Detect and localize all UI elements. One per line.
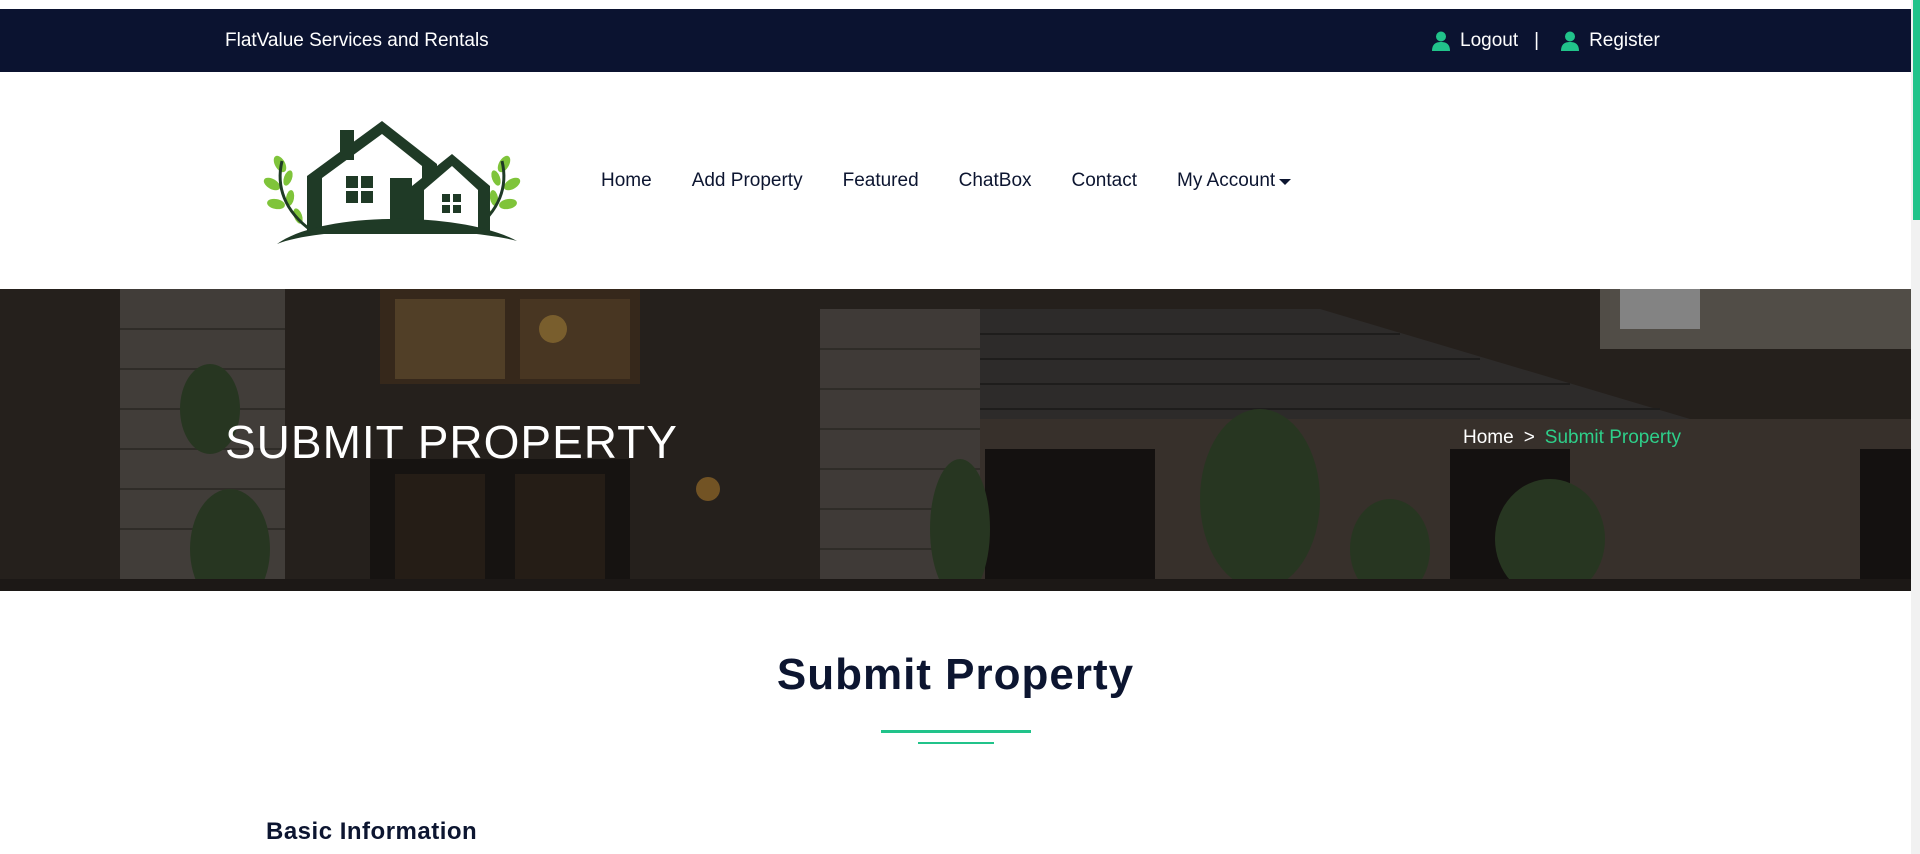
- page-banner: SUBMIT PROPERTY Home > Submit Property: [0, 289, 1911, 591]
- nav-featured[interactable]: Featured: [843, 170, 919, 192]
- top-bar: FlatValue Services and Rentals Logout | …: [0, 9, 1911, 72]
- auth-separator: |: [1534, 29, 1540, 51]
- caret-down-icon: [1279, 179, 1292, 185]
- breadcrumb-home[interactable]: Home: [1463, 427, 1514, 449]
- nav-home[interactable]: Home: [601, 170, 652, 192]
- breadcrumb-current: Submit Property: [1544, 427, 1682, 448]
- nav-my-account-label: My Account: [1177, 169, 1276, 191]
- scrollbar-thumb[interactable]: [1913, 0, 1920, 220]
- company-name: FlatValue Services and Rentals: [225, 30, 489, 51]
- user-icon: [1561, 31, 1580, 51]
- nav-chatbox[interactable]: ChatBox: [959, 170, 1032, 192]
- register-link[interactable]: Register: [1589, 30, 1660, 52]
- title-underline: [881, 730, 1031, 733]
- breadcrumb: Home > Submit Property: [1463, 427, 1681, 449]
- nav-contact[interactable]: Contact: [1072, 170, 1137, 192]
- site-header: Home Add Property Featured ChatBox Conta…: [0, 72, 1911, 289]
- section-title: Submit Property: [776, 650, 1135, 699]
- title-underline-short: [918, 742, 994, 744]
- main-nav: Home Add Property Featured ChatBox Conta…: [601, 72, 1331, 289]
- logout-link[interactable]: Logout: [1460, 30, 1518, 52]
- nav-add-property[interactable]: Add Property: [692, 170, 803, 192]
- breadcrumb-separator: >: [1523, 427, 1535, 448]
- basic-information-heading: Basic Information: [266, 818, 478, 845]
- nav-my-account[interactable]: My Account: [1177, 169, 1292, 192]
- user-icon: [1432, 31, 1450, 51]
- banner-title: SUBMIT PROPERTY: [225, 416, 678, 468]
- site-logo[interactable]: [262, 116, 522, 246]
- auth-links: Logout | Register: [1432, 9, 1660, 72]
